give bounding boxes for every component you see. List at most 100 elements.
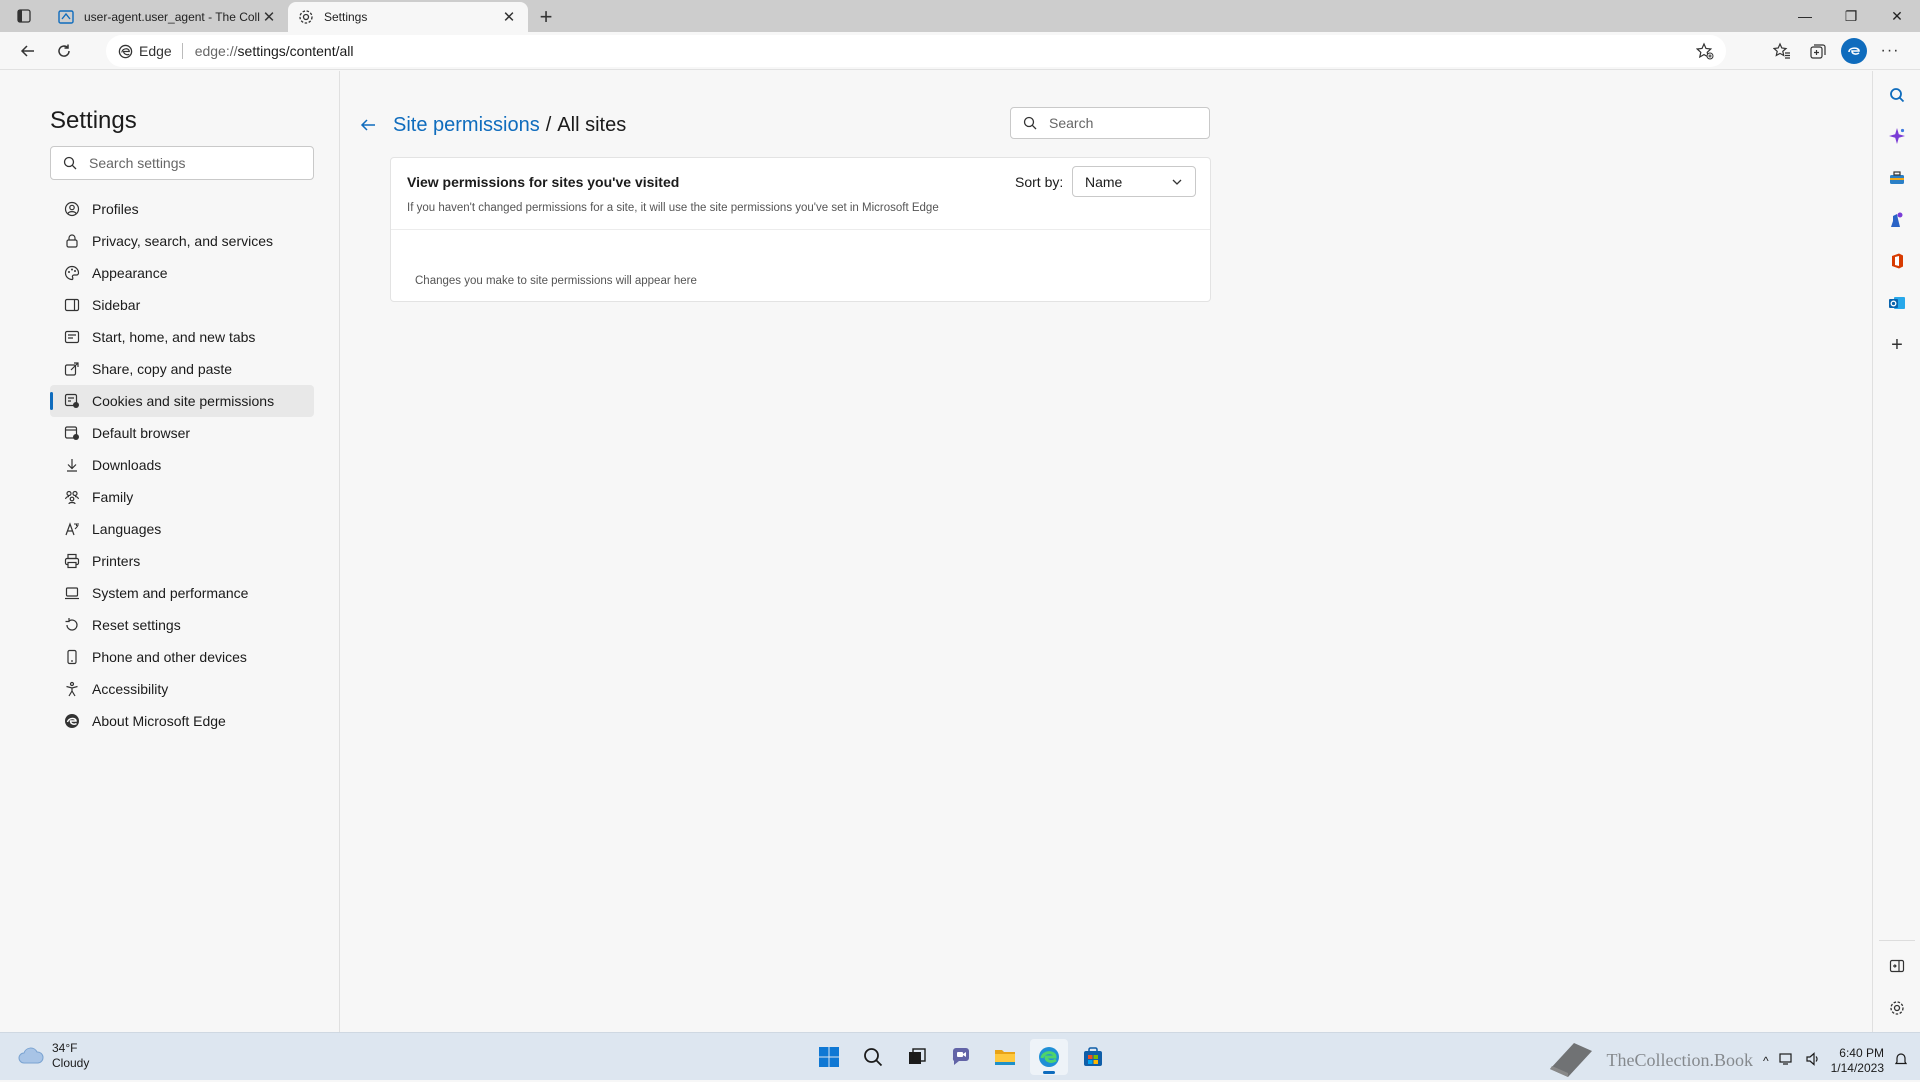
sidebar-tools-button[interactable] xyxy=(1885,166,1909,190)
sidebar-item-label: Share, copy and paste xyxy=(92,361,233,377)
lock-icon xyxy=(64,233,80,249)
site-permissions-card: View permissions for sites you've visite… xyxy=(390,157,1211,302)
chevron-up-icon[interactable]: ^ xyxy=(1763,1054,1769,1068)
task-view-button[interactable] xyxy=(898,1039,936,1075)
store-button[interactable] xyxy=(1074,1039,1112,1075)
share-icon xyxy=(64,361,80,377)
sidebar-outlook-button[interactable] xyxy=(1885,291,1909,315)
minimize-button[interactable]: — xyxy=(1782,0,1828,32)
chat-icon xyxy=(952,1048,969,1065)
sidebar-item-reset[interactable]: Reset settings xyxy=(50,609,314,641)
sidebar-item-sidebar[interactable]: Sidebar xyxy=(50,289,314,321)
url-text: edge://settings/content/all xyxy=(195,43,354,59)
sidebar-item-label: Printers xyxy=(92,553,141,569)
sidebar-item-cookies[interactable]: Cookies and site permissions xyxy=(50,385,314,417)
laptop-icon xyxy=(64,585,80,601)
sort-by-label: Sort by: xyxy=(1015,174,1064,190)
sidebar-item-label: Profiles xyxy=(92,201,139,217)
tab-close-icon[interactable]: ✕ xyxy=(260,8,278,26)
back-button[interactable] xyxy=(10,35,46,67)
sidebar-item-system[interactable]: System and performance xyxy=(50,577,314,609)
restore-button[interactable]: ❐ xyxy=(1828,0,1874,32)
volume-icon[interactable] xyxy=(1805,1051,1821,1070)
favorites-icon xyxy=(1773,42,1790,59)
back-arrow-icon[interactable] xyxy=(359,116,381,134)
weather-widget[interactable]: 34°F Cloudy xyxy=(18,1041,89,1071)
sidebar-item-share-copy[interactable]: Share, copy and paste xyxy=(50,353,314,385)
add-favorite-icon[interactable] xyxy=(1695,42,1714,63)
sidebar-search-button[interactable] xyxy=(1885,83,1909,107)
task-view-icon xyxy=(909,1048,926,1064)
search-settings-input[interactable]: Search settings xyxy=(50,146,314,180)
sidebar-add-button[interactable]: + xyxy=(1885,333,1909,357)
family-icon xyxy=(64,489,80,505)
folder-icon xyxy=(995,1050,1015,1065)
weather-condition: Cloudy xyxy=(52,1056,90,1070)
sidebar-office-button[interactable] xyxy=(1885,249,1909,273)
site-identity-pill[interactable]: Edge xyxy=(118,43,183,59)
windows-taskbar: 34°F Cloudy TheCollection.Book ^ 6:40 PM… xyxy=(0,1032,1920,1080)
sidebar-item-label: Start, home, and new tabs xyxy=(92,329,256,345)
cloud-icon xyxy=(18,1047,44,1064)
breadcrumb-site-permissions-link[interactable]: Site permissions xyxy=(393,114,540,137)
sidebar-item-default-browser[interactable]: Default browser xyxy=(50,417,314,449)
close-window-button[interactable]: ✕ xyxy=(1874,0,1920,32)
address-bar[interactable]: Edge edge://settings/content/all xyxy=(106,35,1726,67)
new-tab-button[interactable]: + xyxy=(528,2,564,32)
tab-user-agent[interactable]: user-agent.user_agent - The Coll ✕ xyxy=(48,2,288,32)
clock-time: 6:40 PM xyxy=(1839,1045,1884,1060)
sidebar-item-languages[interactable]: Languages xyxy=(50,513,314,545)
edge-taskbar-button[interactable] xyxy=(1030,1039,1068,1075)
sidebar-item-appearance[interactable]: Appearance xyxy=(50,257,314,289)
sidebar-item-accessibility[interactable]: Accessibility xyxy=(50,673,314,705)
outlook-icon xyxy=(1889,297,1905,309)
collections-button[interactable] xyxy=(1800,35,1836,67)
sidebar-item-start-home[interactable]: Start, home, and new tabs xyxy=(50,321,314,353)
sidebar-item-about[interactable]: About Microsoft Edge xyxy=(50,705,314,737)
sidebar-item-family[interactable]: Family xyxy=(50,481,314,513)
tab-settings[interactable]: Settings ✕ xyxy=(288,2,528,32)
sidebar-item-label: Downloads xyxy=(92,457,162,473)
sidebar-item-profiles[interactable]: Profiles xyxy=(50,193,314,225)
notification-icon[interactable] xyxy=(1894,1052,1908,1069)
chat-button[interactable] xyxy=(942,1039,980,1075)
arrow-left-icon xyxy=(20,44,34,57)
file-explorer-button[interactable] xyxy=(986,1039,1024,1075)
url-scheme: edge:// xyxy=(194,43,238,59)
sidebar-item-privacy[interactable]: Privacy, search, and services xyxy=(50,225,314,257)
refresh-button[interactable] xyxy=(46,35,82,67)
tab-title: user-agent.user_agent - The Coll xyxy=(84,10,260,24)
search-placeholder: Search xyxy=(1049,115,1094,131)
breadcrumb: Site permissions / All sites xyxy=(359,111,626,139)
hide-sidebar-button[interactable] xyxy=(1885,954,1909,978)
tab-actions-icon xyxy=(17,9,31,23)
sidebar-item-downloads[interactable]: Downloads xyxy=(50,449,314,481)
search-settings-placeholder: Search settings xyxy=(89,155,186,171)
sidebar-games-button[interactable] xyxy=(1885,208,1909,232)
settings-nav-list: Profiles Privacy, search, and services A… xyxy=(50,193,314,737)
weather-temperature: 34°F xyxy=(52,1041,78,1055)
network-icon[interactable] xyxy=(1779,1051,1795,1070)
search-icon xyxy=(1023,116,1037,130)
home-icon xyxy=(64,329,80,345)
more-options-button[interactable]: ··· xyxy=(1872,35,1908,67)
system-tray: TheCollection.Book ^ 6:40 PM 1/14/2023 xyxy=(1544,1039,1908,1082)
collections-icon xyxy=(1810,44,1826,59)
tab-actions-button[interactable] xyxy=(0,0,48,32)
download-icon xyxy=(64,457,80,473)
sidebar-item-printers[interactable]: Printers xyxy=(50,545,314,577)
clock[interactable]: 6:40 PM 1/14/2023 xyxy=(1831,1046,1884,1076)
start-button[interactable] xyxy=(810,1039,848,1075)
profile-button[interactable] xyxy=(1836,35,1872,67)
profile-icon xyxy=(64,201,80,217)
sidebar-settings-button[interactable] xyxy=(1885,996,1909,1020)
sort-by-dropdown[interactable]: Name xyxy=(1072,166,1196,197)
sort-by-value: Name xyxy=(1085,173,1123,190)
edge-sidebar: + xyxy=(1872,71,1920,1032)
sidebar-item-phone[interactable]: Phone and other devices xyxy=(50,641,314,673)
favorites-button[interactable] xyxy=(1764,35,1800,67)
tab-close-icon[interactable]: ✕ xyxy=(500,8,518,26)
sidebar-discover-button[interactable] xyxy=(1885,124,1909,148)
search-input[interactable]: Search xyxy=(1010,107,1210,139)
taskbar-search-button[interactable] xyxy=(854,1039,892,1075)
